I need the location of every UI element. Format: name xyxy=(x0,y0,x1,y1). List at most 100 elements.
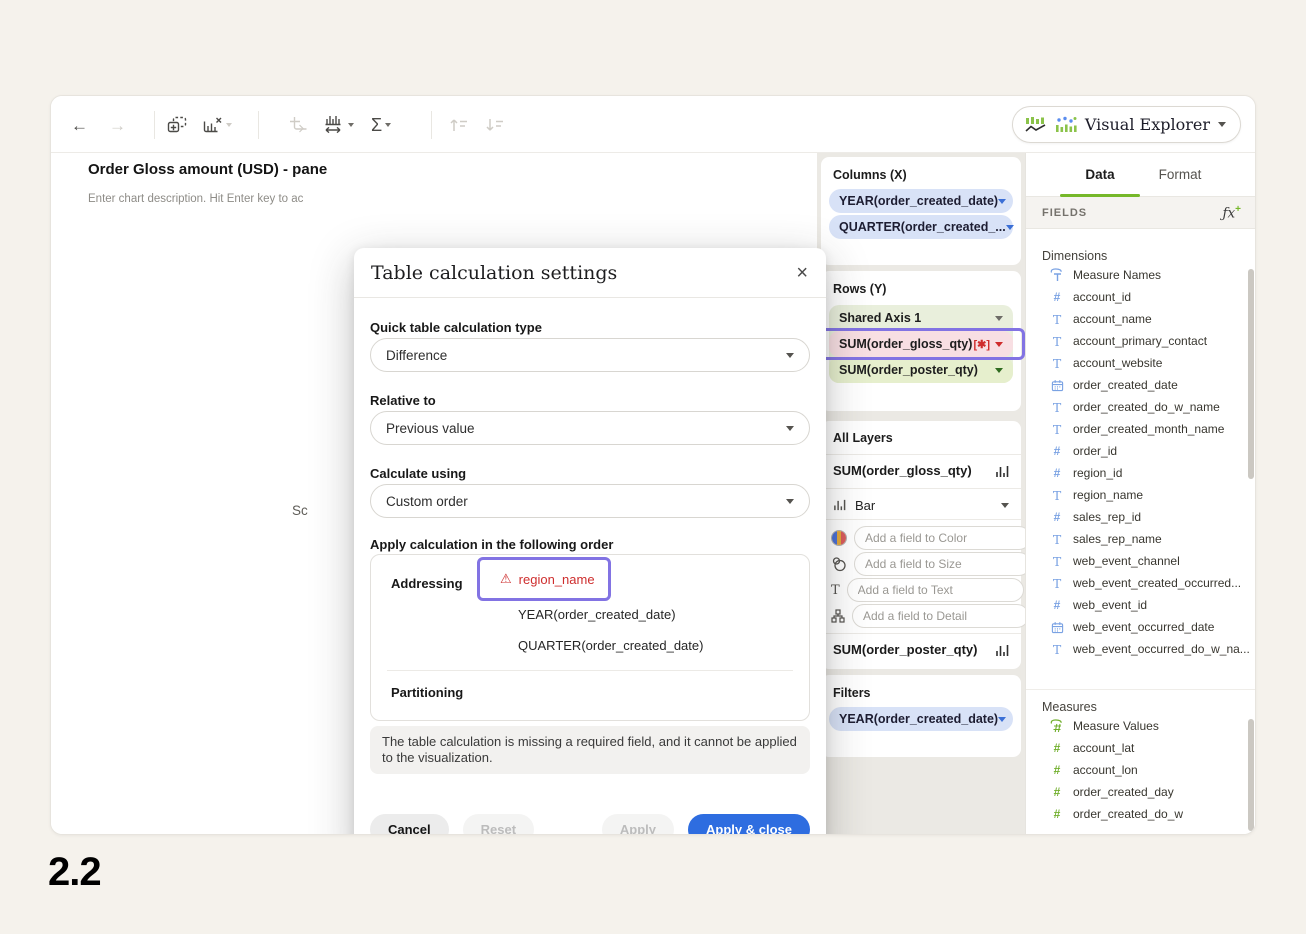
field-row[interactable]: # T xyxy=(1026,308,1256,330)
sort-ascending-button[interactable] xyxy=(449,115,469,135)
column-pill-year[interactable]: YEAR(order_created_date) xyxy=(829,189,1013,213)
field-row[interactable]: # T xyxy=(1026,440,1256,462)
number-field-icon: # xyxy=(1050,786,1064,798)
all-layers-panel: All Layers SUM(order_gloss_qty) Bar xyxy=(821,421,1021,669)
layer-poster-label[interactable]: SUM(order_poster_qty) xyxy=(833,642,977,657)
detail-encoding-icon xyxy=(831,609,845,623)
field-label: account_name xyxy=(1073,312,1152,326)
sort-descending-button[interactable] xyxy=(485,115,505,135)
back-button[interactable]: ← xyxy=(71,115,88,135)
number-field-icon: # xyxy=(1050,764,1064,776)
column-pill-quarter[interactable]: QUARTER(order_created_... xyxy=(829,215,1013,239)
field-row[interactable]: # T xyxy=(1026,803,1256,825)
apply-and-close-button[interactable]: Apply & close xyxy=(688,814,810,835)
warning-icon: ⚠ xyxy=(500,571,512,587)
field-label: order_created_month_name xyxy=(1073,422,1224,436)
addressing-item[interactable]: YEAR(order_created_date) xyxy=(518,607,676,622)
field-row[interactable]: # T xyxy=(1026,550,1256,572)
forward-button[interactable]: → xyxy=(109,115,126,135)
field-row[interactable]: # T xyxy=(1026,737,1256,759)
size-field-input[interactable] xyxy=(854,552,1031,576)
detail-field-input[interactable] xyxy=(852,604,1029,628)
close-icon[interactable]: × xyxy=(796,263,808,283)
shared-axis-pill[interactable]: Shared Axis 1 xyxy=(829,305,1013,331)
remove-chart-button[interactable] xyxy=(203,115,232,135)
field-row[interactable]: # T xyxy=(1026,330,1256,352)
chart-title[interactable]: Order Gloss amount (USD) - pane xyxy=(88,161,327,178)
calculate-using-select[interactable]: Custom order xyxy=(370,484,810,518)
field-row[interactable]: # T xyxy=(1026,572,1256,594)
field-row[interactable]: # T xyxy=(1026,616,1256,638)
field-row[interactable]: # T xyxy=(1026,264,1256,286)
pill-caret xyxy=(995,342,1003,347)
axis-settings-button[interactable] xyxy=(323,115,354,135)
size-encoding-icon xyxy=(831,556,847,572)
field-label: Measure Names xyxy=(1073,268,1161,282)
color-field-input[interactable] xyxy=(854,526,1031,550)
back-icon: ← xyxy=(71,117,88,134)
field-row[interactable]: # T xyxy=(1026,484,1256,506)
aggregation-button[interactable]: Σ xyxy=(371,115,391,135)
field-row[interactable]: # T xyxy=(1026,374,1256,396)
order-section-label: Apply calculation in the following order xyxy=(370,537,613,552)
field-label: order_created_do_w xyxy=(1073,807,1183,821)
field-label: region_id xyxy=(1073,466,1122,480)
row-pill-gloss-error[interactable]: SUM(order_gloss_qty) [✱] xyxy=(829,331,1013,357)
mark-type-value: Bar xyxy=(855,498,875,513)
relative-to-select[interactable]: Previous value xyxy=(370,411,810,445)
field-row[interactable]: # T xyxy=(1026,781,1256,803)
layer-gloss-label[interactable]: SUM(order_gloss_qty) xyxy=(833,463,972,478)
measures-label: Measures xyxy=(1042,700,1097,714)
row-pill-poster[interactable]: SUM(order_poster_qty) xyxy=(829,357,1013,383)
field-row[interactable]: # T xyxy=(1026,286,1256,308)
text-field-icon: T xyxy=(1050,554,1064,569)
add-calculated-field-button[interactable]: ƒx+ xyxy=(1223,204,1241,222)
field-row[interactable]: # T xyxy=(1026,462,1256,484)
axis-settings-caret xyxy=(348,123,354,127)
field-row[interactable]: # T xyxy=(1026,418,1256,440)
addressing-item[interactable]: QUARTER(order_created_date) xyxy=(518,638,703,653)
scrollbar-thumb[interactable] xyxy=(1248,719,1254,831)
text-field-icon: T xyxy=(1050,422,1064,437)
field-row[interactable]: # T xyxy=(1026,594,1256,616)
field-label: web_event_channel xyxy=(1073,554,1180,568)
filters-shelf: Filters YEAR(order_created_date) xyxy=(821,675,1021,757)
addressing-error-item[interactable]: ⚠ region_name xyxy=(500,571,595,587)
bar-marks-icon xyxy=(995,644,1009,657)
field-row[interactable]: # T xyxy=(1026,352,1256,374)
tab-format[interactable]: Format xyxy=(1140,153,1220,196)
bar-marks-icon xyxy=(833,499,846,511)
field-label: web_event_occurred_do_w_na... xyxy=(1073,642,1250,656)
select-caret xyxy=(786,353,794,358)
field-row[interactable]: # T xyxy=(1026,759,1256,781)
field-label: account_lon xyxy=(1073,763,1138,777)
chart-description[interactable]: Enter chart description. Hit Enter key t… xyxy=(88,193,303,205)
reset-button[interactable]: Reset xyxy=(463,814,534,835)
validation-warning-message: The table calculation is missing a requi… xyxy=(370,726,810,774)
field-label: sales_rep_id xyxy=(1073,510,1141,524)
field-label: web_event_created_occurred... xyxy=(1073,576,1241,590)
tab-data[interactable]: Data xyxy=(1060,153,1140,196)
text-field-icon: T xyxy=(1050,576,1064,591)
transform-button[interactable] xyxy=(289,115,309,135)
add-panel-button[interactable] xyxy=(167,115,187,135)
mark-type-select[interactable]: Bar xyxy=(821,491,1021,519)
scrollbar-thumb[interactable] xyxy=(1248,269,1254,479)
quick-type-select[interactable]: Difference xyxy=(370,338,810,372)
field-row[interactable]: # T xyxy=(1026,528,1256,550)
filter-pill-year[interactable]: YEAR(order_created_date) xyxy=(829,707,1013,731)
apply-button[interactable]: Apply xyxy=(602,814,674,835)
text-field-input[interactable] xyxy=(847,578,1024,602)
text-field-icon: T xyxy=(1050,312,1064,327)
field-row[interactable]: # T xyxy=(1026,638,1256,660)
text-field-icon: T xyxy=(1050,532,1064,547)
remove-chart-caret xyxy=(226,123,232,127)
cancel-button[interactable]: Cancel xyxy=(370,814,449,835)
field-row[interactable]: # T xyxy=(1026,506,1256,528)
field-row[interactable]: # T xyxy=(1026,396,1256,418)
transform-icon xyxy=(289,116,309,134)
field-label: account_website xyxy=(1073,356,1162,370)
field-row[interactable]: # T xyxy=(1026,715,1256,737)
calculation-order-box: Addressing ⚠ region_name YEAR(order_crea… xyxy=(370,554,810,721)
visualization-type-switcher[interactable]: Visual Explorer xyxy=(1012,106,1241,143)
